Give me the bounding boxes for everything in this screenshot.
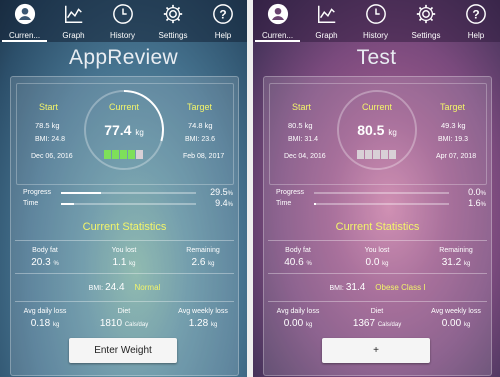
- time-value: 1.6%: [468, 198, 486, 208]
- weight-summary: Start 78.5 kg BMI: 24.8 Dec 06, 2016 Cur…: [16, 83, 234, 185]
- progress-block: [120, 150, 127, 159]
- graph-icon: [64, 5, 82, 23]
- tab-settings[interactable]: Settings: [400, 0, 452, 42]
- time-bar: [61, 203, 196, 205]
- divider-line: [268, 273, 487, 274]
- progress-block: [389, 150, 396, 159]
- current-weight: 80.5 kg: [357, 122, 397, 138]
- progress-block: [357, 150, 364, 159]
- target-label: Target: [187, 102, 213, 112]
- bar-fill: [314, 203, 317, 205]
- remaining-stat: Remaining 2.6 kg: [186, 247, 220, 268]
- right-screen: Curren... Graph History Settings ? Help …: [253, 0, 500, 377]
- start-bmi: BMI: 24.8: [35, 136, 65, 143]
- svg-text:?: ?: [472, 8, 479, 22]
- target-bmi: BMI: 19.3: [438, 136, 468, 143]
- avg-weekly-loss-stat: Avg weekly loss 0.00 kg: [431, 308, 481, 329]
- start-label: Start: [292, 102, 312, 112]
- start-bmi: BMI: 31.4: [288, 136, 318, 143]
- left-screen: Curren... Graph History Settings ? Help …: [0, 0, 247, 377]
- help-icon: ?: [466, 4, 486, 24]
- progress-block: [112, 150, 119, 159]
- graph-icon: [317, 5, 335, 23]
- divider-line: [268, 240, 487, 241]
- current-label: Current: [108, 102, 139, 112]
- progress-block: [381, 150, 388, 159]
- avg-daily-loss-stat: Avg daily loss 0.00 kg: [276, 308, 320, 329]
- tab-current[interactable]: Curren...: [253, 0, 302, 42]
- tab-help[interactable]: ? Help: [199, 0, 247, 42]
- current-label: Current: [361, 102, 392, 112]
- divider-line: [15, 301, 234, 302]
- gear-icon: [163, 4, 183, 24]
- divider-line: [268, 301, 487, 302]
- bar-fill: [61, 203, 74, 205]
- tab-current[interactable]: Curren...: [0, 0, 49, 42]
- tab-bar: Curren... Graph History Settings ? Help: [253, 0, 500, 42]
- progress-value: 29.5%: [210, 187, 233, 197]
- clock-icon: [112, 4, 133, 24]
- you-lost-stat: You lost 1.1 kg: [111, 247, 137, 268]
- start-weight: 80.5 kg: [288, 121, 313, 130]
- tab-help[interactable]: ? Help: [452, 0, 500, 42]
- divider-line: [15, 273, 234, 274]
- svg-text:?: ?: [219, 8, 226, 22]
- target-date: Apr 07, 2018: [436, 153, 477, 160]
- person-icon: [267, 3, 288, 25]
- target-weight: 74.8 kg: [188, 121, 213, 130]
- divider-line: [15, 240, 234, 241]
- bmi-row: BMI: 31.4 Obese Class I: [329, 282, 426, 293]
- progress-block: [128, 150, 135, 159]
- start-date: Dec 04, 2016: [284, 153, 326, 160]
- bmi-row: BMI: 24.4 Normal: [88, 282, 161, 293]
- target-bmi: BMI: 23.6: [185, 136, 215, 143]
- tab-bar: Curren... Graph History Settings ? Help: [0, 0, 247, 42]
- time-bar: [314, 203, 449, 205]
- tab-history[interactable]: History: [98, 0, 147, 42]
- progress-block: [136, 150, 143, 159]
- target-date: Feb 08, 2017: [183, 153, 225, 160]
- clock-icon: [365, 4, 386, 24]
- tab-graph[interactable]: Graph: [302, 0, 351, 42]
- profile-title: AppReview: [69, 46, 178, 69]
- avg-weekly-loss-stat: Avg weekly loss 1.28 kg: [178, 308, 228, 329]
- weight-summary: Start 80.5 kg BMI: 31.4 Dec 04, 2016 Cur…: [269, 83, 487, 185]
- current-weight: 77.4 kg: [104, 122, 144, 138]
- remaining-stat: Remaining 31.2 kg: [439, 247, 473, 268]
- target-label: Target: [440, 102, 466, 112]
- target-weight: 49.3 kg: [441, 121, 466, 130]
- you-lost-stat: You lost 0.0 kg: [364, 247, 390, 268]
- progress-bar: [314, 192, 449, 194]
- progress-blocks: [104, 150, 143, 159]
- progress-block: [365, 150, 372, 159]
- help-icon: ?: [213, 4, 233, 24]
- stats-card: Start 78.5 kg BMI: 24.8 Dec 06, 2016 Cur…: [10, 76, 239, 376]
- body-fat-stat: Body fat 40.6 %: [284, 247, 312, 268]
- current-statistics-heading: Current Statistics: [335, 221, 420, 233]
- progress-block: [373, 150, 380, 159]
- progress-blocks: [357, 150, 396, 159]
- tab-graph[interactable]: Graph: [49, 0, 98, 42]
- progress-block: [104, 150, 111, 159]
- start-weight: 78.5 kg: [35, 121, 60, 130]
- current-statistics-heading: Current Statistics: [82, 221, 167, 233]
- time-value: 9.4%: [215, 198, 233, 208]
- diet-stat: Diet 1367 Cals/day: [352, 308, 402, 329]
- progress-value: 0.0%: [468, 187, 486, 197]
- body-fat-stat: Body fat 20.3 %: [31, 247, 59, 268]
- stats-card: Start 80.5 kg BMI: 31.4 Dec 04, 2016 Cur…: [263, 76, 492, 376]
- person-icon: [14, 3, 35, 25]
- avg-daily-loss-stat: Avg daily loss 0.18 kg: [23, 308, 67, 329]
- start-label: Start: [39, 102, 59, 112]
- start-date: Dec 06, 2016: [31, 153, 73, 160]
- enter-weight-button[interactable]: Enter Weight: [69, 338, 177, 363]
- tab-settings[interactable]: Settings: [147, 0, 199, 42]
- gear-icon: [416, 4, 436, 24]
- bar-fill: [61, 192, 101, 194]
- progress-bar: [61, 192, 196, 194]
- add-entry-button[interactable]: +: [322, 338, 430, 363]
- profile-title: Test: [356, 46, 397, 69]
- diet-stat: Diet 1810 Cals/day: [99, 308, 149, 329]
- tab-history[interactable]: History: [351, 0, 400, 42]
